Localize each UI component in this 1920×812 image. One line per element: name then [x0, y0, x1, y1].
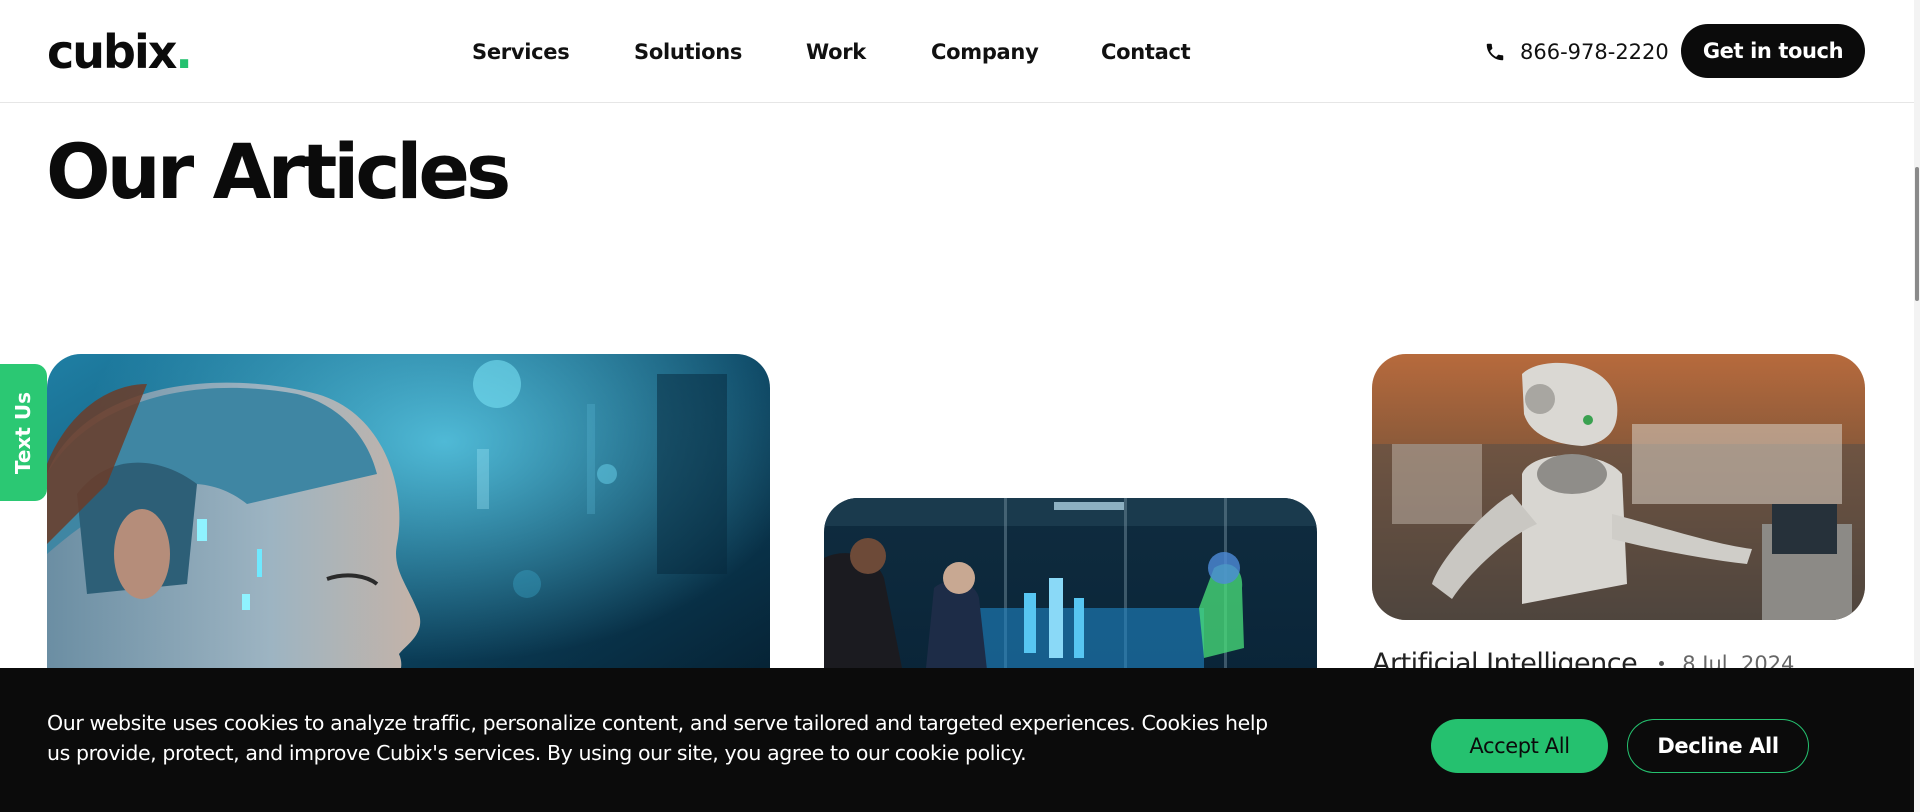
page-title: Our Articles [46, 127, 511, 216]
cookie-banner: Our website uses cookies to analyze traf… [0, 668, 1914, 812]
nav-company[interactable]: Company [931, 38, 1039, 66]
phone-icon [1486, 43, 1504, 61]
article-card-image-3[interactable] [1372, 354, 1865, 620]
nav-services[interactable]: Services [472, 38, 570, 66]
meta-separator [1659, 661, 1665, 666]
accept-all-button[interactable]: Accept All [1431, 719, 1608, 773]
logo-text: cubix [47, 25, 177, 79]
site-header: cubix. Services Solutions Work Company C… [0, 0, 1914, 103]
text-us-label: Text Us [11, 391, 36, 474]
nav-work[interactable]: Work [806, 38, 866, 66]
phone-link[interactable]: 866-978-2220 [1484, 36, 1669, 68]
nav-contact[interactable]: Contact [1101, 38, 1191, 66]
phone-number: 866-978-2220 [1520, 40, 1669, 64]
cookie-message: Our website uses cookies to analyze traf… [47, 711, 1268, 765]
decline-all-button[interactable]: Decline All [1627, 719, 1809, 773]
get-in-touch-button[interactable]: Get in touch [1681, 24, 1865, 78]
scrollbar-track[interactable] [1914, 0, 1920, 812]
nav-solutions[interactable]: Solutions [634, 38, 742, 66]
text-us-tab[interactable]: Text Us [0, 364, 47, 501]
logo-dot: . [175, 25, 193, 79]
cubix-logo[interactable]: cubix. [47, 25, 193, 79]
humanoid-robot-image [1372, 354, 1865, 620]
scrollbar-thumb[interactable] [1915, 167, 1919, 301]
